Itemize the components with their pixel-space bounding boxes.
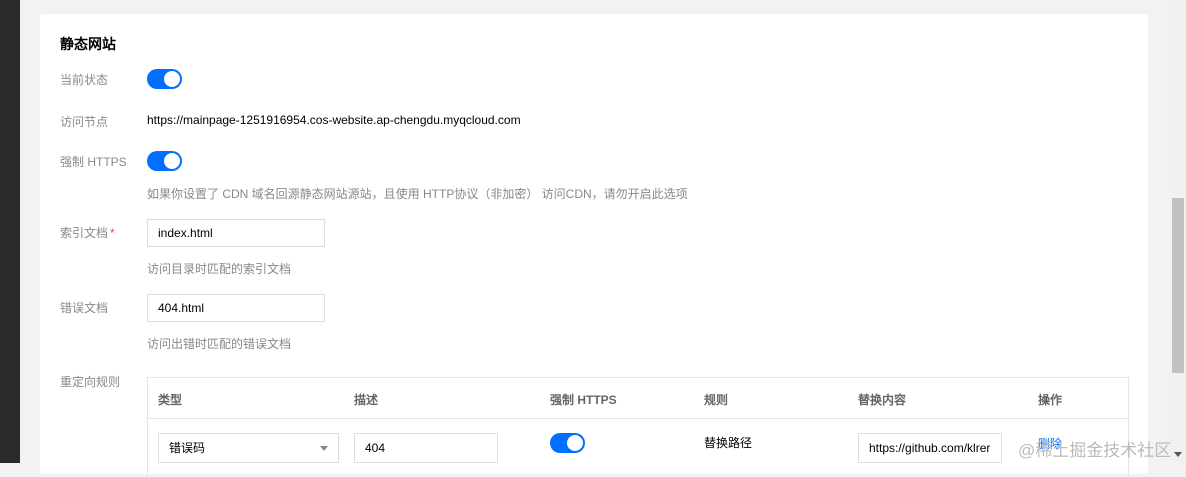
left-sidebar-edge — [0, 0, 20, 463]
section-title: 静态网站 — [60, 36, 116, 52]
type-select-value: 错误码 — [169, 441, 206, 455]
column-header-action: 操作 — [1038, 393, 1063, 407]
https-label: 强制 HTTPS — [60, 155, 127, 169]
rule-text: 替换路径 — [704, 436, 753, 450]
table-header: 类型 描述 强制 HTTPS 规则 替换内容 操作 — [148, 378, 1128, 419]
column-header-rule: 规则 — [704, 393, 729, 407]
required-mark: * — [110, 226, 115, 240]
column-header-replace: 替换内容 — [858, 393, 907, 407]
redirect-label: 重定向规则 — [60, 375, 121, 389]
error-label: 错误文档 — [60, 301, 109, 315]
description-input[interactable]: 404 — [354, 433, 498, 463]
column-header-description: 描述 — [354, 393, 379, 407]
endpoint-label: 访问节点 — [60, 115, 109, 129]
index-label: 索引文档 * — [60, 224, 115, 241]
index-hint: 访问目录时匹配的索引文档 — [147, 262, 292, 276]
scroll-down-arrow-icon[interactable] — [1174, 452, 1182, 457]
toggle-knob — [164, 71, 180, 87]
column-header-https: 强制 HTTPS — [550, 393, 617, 407]
row-https-toggle[interactable] — [550, 433, 585, 453]
index-label-text: 索引文档 — [60, 226, 109, 240]
error-document-input[interactable]: 404.html — [147, 294, 325, 322]
scrollbar-thumb[interactable] — [1172, 198, 1184, 373]
toggle-knob — [567, 435, 583, 451]
chevron-down-icon — [320, 446, 328, 451]
index-document-input[interactable]: index.html — [147, 219, 325, 247]
https-hint: 如果你设置了 CDN 域名回源静态网站源站，且使用 HTTP协议（非加密） 访问… — [147, 187, 688, 201]
redirect-rules-table: 类型 描述 强制 HTTPS 规则 替换内容 操作 错误码 404 替换路径 h… — [147, 377, 1129, 477]
endpoint-url: https://mainpage-1251916954.cos-website.… — [147, 113, 521, 127]
column-header-type: 类型 — [158, 393, 183, 407]
status-label: 当前状态 — [60, 73, 109, 87]
type-select[interactable]: 错误码 — [158, 433, 339, 463]
status-toggle[interactable] — [147, 69, 182, 89]
page-scrollbar[interactable] — [1170, 0, 1186, 463]
static-website-panel: 静态网站 当前状态 访问节点 https://mainpage-12519169… — [40, 14, 1148, 477]
error-hint: 访问出错时匹配的错误文档 — [147, 337, 292, 351]
toggle-knob — [164, 153, 180, 169]
watermark: @稀土掘金技术社区 — [1018, 441, 1172, 460]
replace-input[interactable]: https://github.com/klrer — [858, 433, 1002, 463]
https-toggle[interactable] — [147, 151, 182, 171]
